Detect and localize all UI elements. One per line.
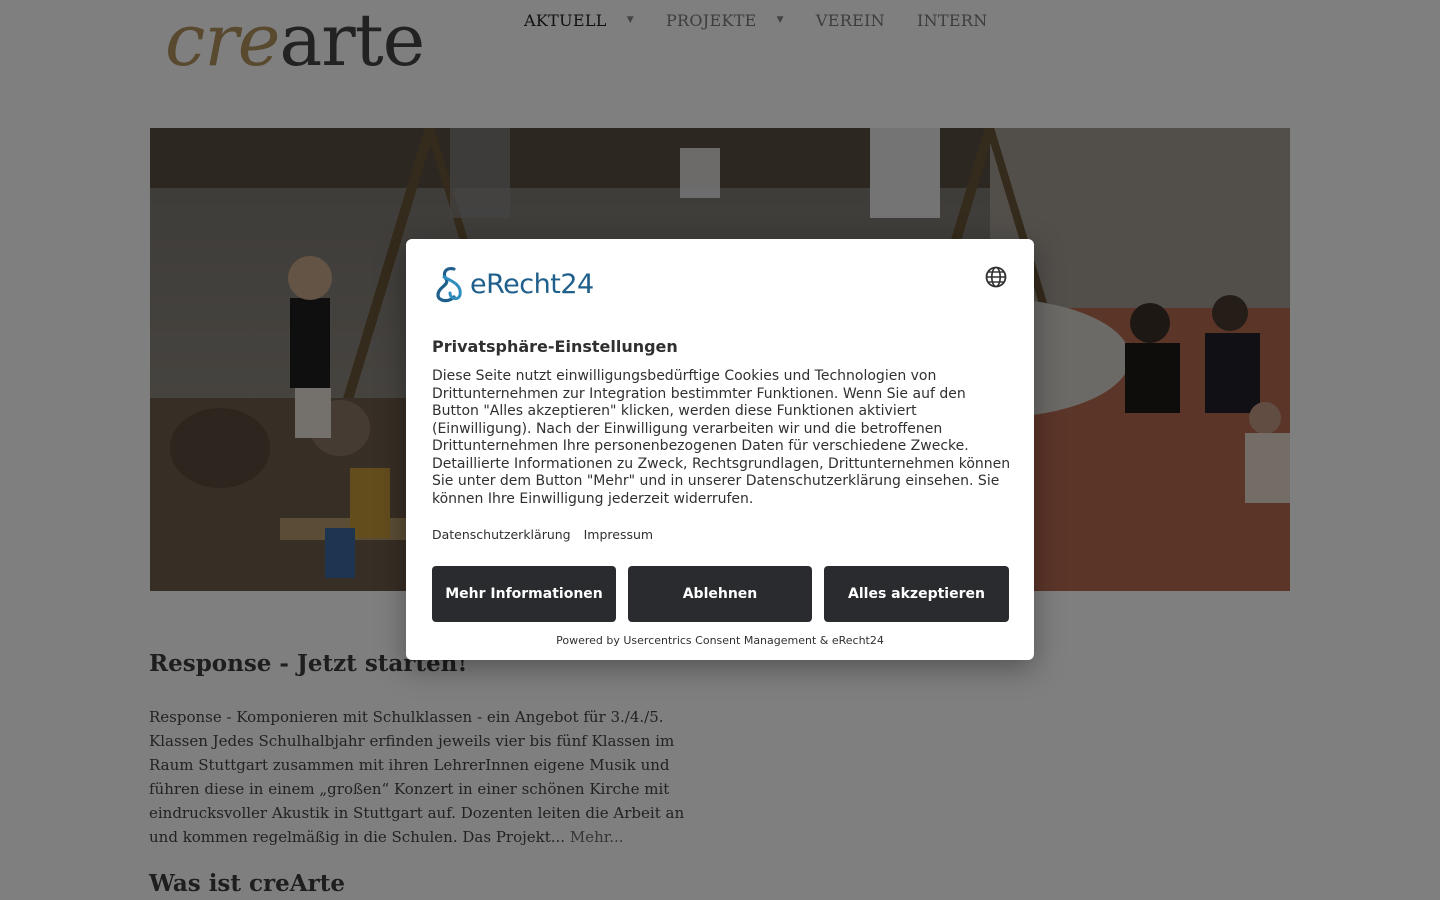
consent-links: Datenschutzerklärung Impressum [432,527,666,542]
imprint-link[interactable]: Impressum [584,527,653,542]
erecht24-logo: eRecht24 [432,265,594,303]
consent-dialog: eRecht24 Privatsphäre-Einstellungen Dies… [406,239,1034,660]
more-info-button[interactable]: Mehr Informationen [432,566,616,622]
deny-button[interactable]: Ablehnen [628,566,812,622]
privacy-policy-link[interactable]: Datenschutzerklärung [432,527,571,542]
powered-by: Powered by Usercentrics Consent Manageme… [556,634,884,647]
erecht24-brand: eRecht24 [470,268,594,300]
consent-description: Diese Seite nutzt einwilligungsbedürftig… [432,368,1011,507]
language-button[interactable] [984,265,1008,289]
erecht24-logo-icon [436,267,462,303]
accept-all-button[interactable]: Alles akzeptieren [824,566,1009,622]
globe-icon [985,266,1007,288]
consent-title: Privatsphäre-Einstellungen [432,337,678,356]
